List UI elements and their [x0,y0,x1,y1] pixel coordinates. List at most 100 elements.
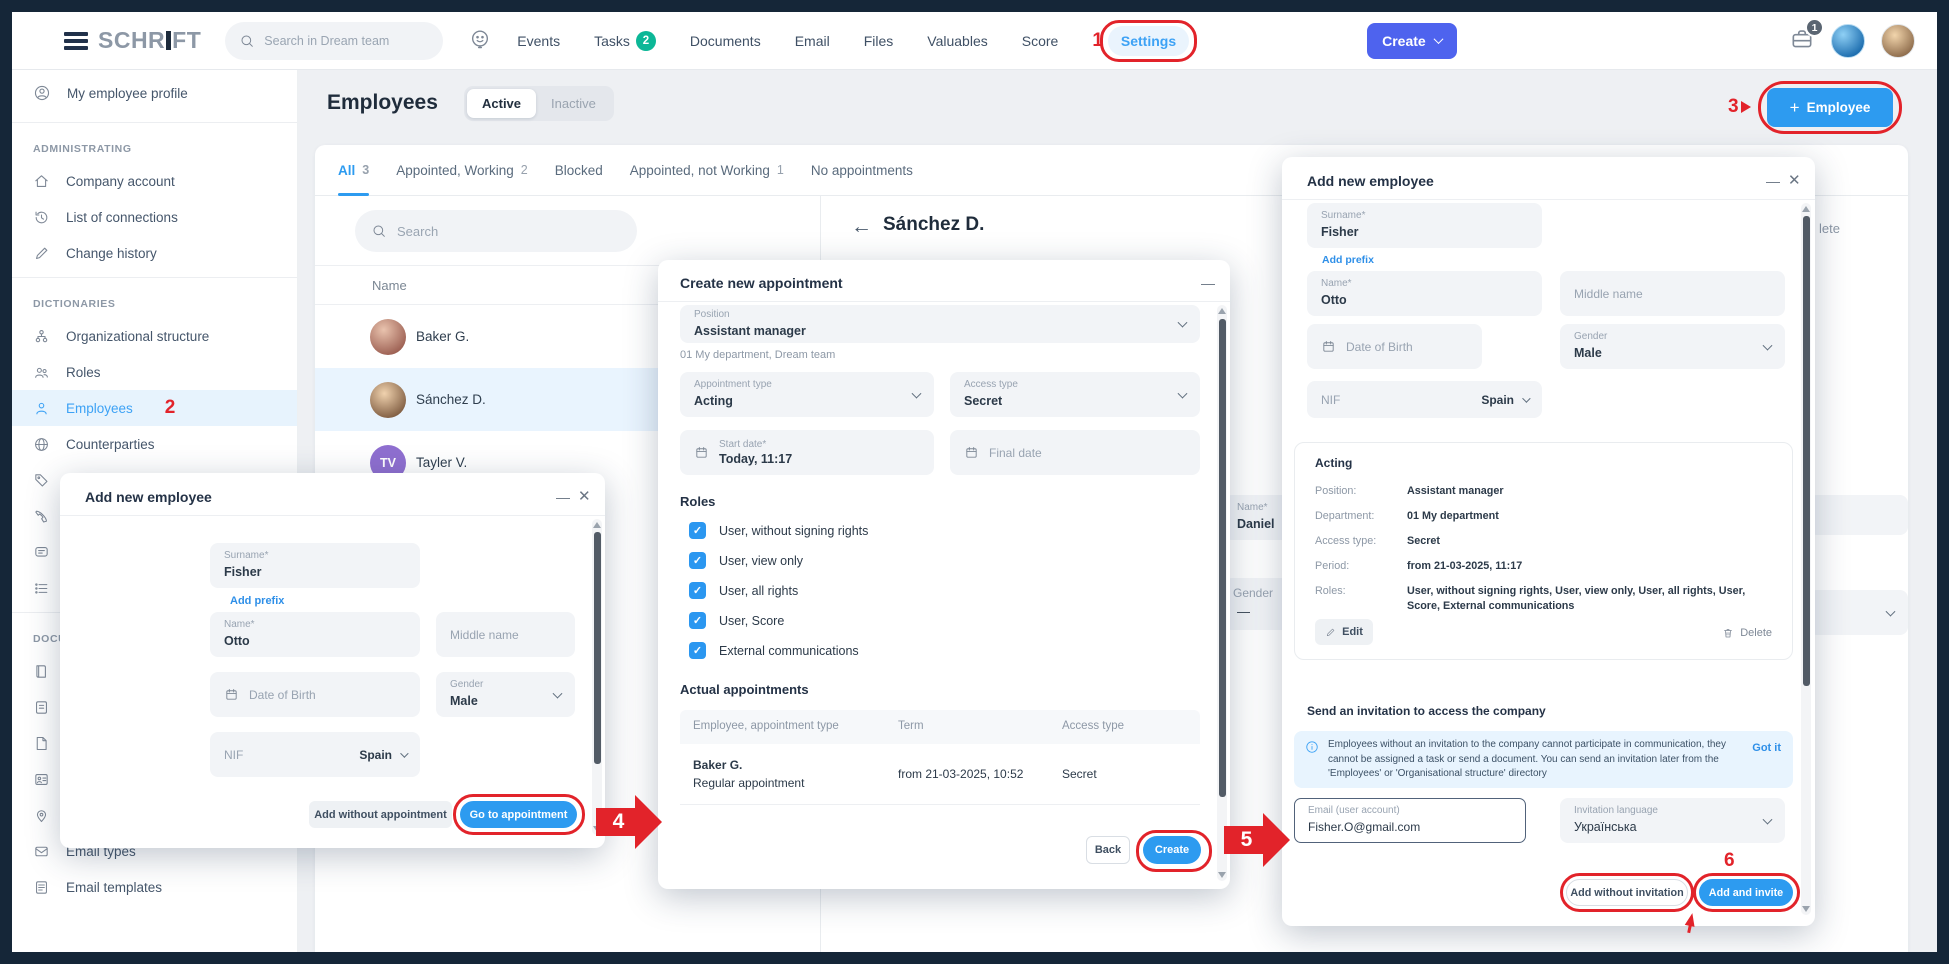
nav-score[interactable]: Score [1022,33,1059,49]
nav-events[interactable]: Events [517,33,560,49]
create-appointment-button[interactable]: Create [1143,836,1201,864]
position-field[interactable]: PositionAssistant manager [680,305,1200,343]
add-without-invitation-button[interactable]: Add without invitation [1566,879,1688,906]
nav-settings[interactable]: Settings [1108,26,1189,56]
scroll-down-icon[interactable] [1218,872,1226,878]
final-date-field[interactable]: Final date [950,430,1200,475]
add-and-invite-button[interactable]: Add and invite [1699,879,1793,906]
scrollbar-thumb[interactable] [1803,216,1810,686]
date-of-birth-field[interactable]: Date of Birth [1307,324,1482,369]
search-icon [239,33,255,49]
delete-appointment-button[interactable]: Delete [1722,627,1772,639]
add-without-appointment-button[interactable]: Add without appointment [309,801,452,828]
modal1-scrollbar[interactable] [592,519,602,835]
nav-files[interactable]: Files [864,33,894,49]
minimize-icon[interactable]: — [556,489,570,505]
scroll-down-icon[interactable] [1802,906,1810,912]
employee-search[interactable] [355,210,637,252]
nif-country-select[interactable]: Spain [359,748,406,762]
global-search[interactable] [225,22,443,60]
go-to-appointment-button[interactable]: Go to appointment [460,801,577,828]
checkbox-checked[interactable]: ✓ [689,522,706,539]
toggle-inactive[interactable]: Inactive [536,89,611,118]
user-avatar[interactable] [1881,24,1915,58]
minimize-icon[interactable]: — [1201,275,1215,291]
add-employee-button[interactable]: + Employee [1767,88,1893,127]
appointment-table-row[interactable]: Baker G. Regular appointment from 21-03-… [680,744,1200,805]
summary-row: Department: 01 My department [1315,504,1772,529]
back-button[interactable]: Back [1086,836,1130,864]
sidebar-item-change-history[interactable]: Change history [12,235,297,271]
tab-appointed-working[interactable]: Appointed, Working2 [396,145,528,195]
sidebar-item-employees[interactable]: Employees 2 [12,390,297,426]
gender-field[interactable]: GenderMale [436,672,575,717]
close-icon[interactable]: ✕ [578,487,591,505]
scroll-up-icon[interactable] [593,522,601,528]
nif-field[interactable]: NIF Spain [1307,381,1542,418]
edit-appointment-button[interactable]: Edit [1315,619,1373,645]
checkbox-checked[interactable]: ✓ [689,642,706,659]
tab-blocked[interactable]: Blocked [555,145,603,195]
tab-appointed-not-working[interactable]: Appointed, not Working1 [630,145,784,195]
logo[interactable]: SCHRFT [98,27,201,54]
sidebar-item-roles[interactable]: Roles [12,354,297,390]
phone-icon [33,508,50,525]
employee-search-input[interactable] [397,224,597,239]
appointment-type-field[interactable]: Appointment typeActing [680,372,934,417]
gender-field[interactable]: GenderMale [1560,324,1785,369]
checkbox-checked[interactable]: ✓ [689,552,706,569]
email-field[interactable]: Email (user account) Fisher.O@gmail.com [1294,798,1526,843]
sidebar-item-list-of-connections[interactable]: List of connections [12,199,297,235]
sidebar-item-my-employee-profile[interactable]: My employee profile [12,70,297,116]
modal2-scrollbar[interactable] [1217,305,1227,881]
sidebar-item-organizational-structure[interactable]: Organizational structure [12,318,297,354]
team-avatar[interactable] [1831,24,1865,58]
sidebar-item-email-templates[interactable]: Email templates [12,869,297,905]
toggle-active[interactable]: Active [467,89,536,118]
scrollbar-thumb[interactable] [1219,319,1226,797]
surname-field[interactable]: Surname*Fisher [1307,203,1542,248]
briefcase-icon[interactable]: 1 [1789,26,1815,55]
surname-field[interactable]: Surname*Fisher [210,543,420,588]
add-prefix-link[interactable]: Add prefix [1322,254,1374,266]
nav-documents[interactable]: Documents [690,33,761,49]
create-button[interactable]: Create [1367,23,1457,59]
sidebar-item-counterparties[interactable]: Counterparties [12,426,297,462]
modal3-scrollbar[interactable] [1801,203,1811,915]
name-field[interactable]: Name*Otto [210,612,420,657]
invitation-language-field[interactable]: Invitation languageУкраїнська [1560,798,1785,843]
middle-name-field[interactable]: Middle name [1560,271,1785,316]
start-date-field[interactable]: Start date* Today, 11:17 [680,430,934,475]
name-field[interactable]: Name*Otto [1307,271,1542,316]
tab-all[interactable]: All3 [338,145,369,195]
global-search-input[interactable] [264,34,424,48]
close-icon[interactable]: ✕ [1788,171,1801,189]
middle-name-field[interactable]: Middle name [436,612,575,657]
scrollbar-thumb[interactable] [594,532,601,764]
scroll-up-icon[interactable] [1218,308,1226,314]
access-type-field[interactable]: Access typeSecret [950,372,1200,417]
got-it-link[interactable]: Got it [1752,742,1781,754]
nif-field[interactable]: NIF Spain [210,732,420,777]
sidebar-item-company-account[interactable]: Company account [12,163,297,199]
checkbox-checked[interactable]: ✓ [689,582,706,599]
minimize-icon[interactable]: — [1766,173,1780,189]
add-prefix-link[interactable]: Add prefix [230,595,284,607]
person-card-icon [33,771,50,788]
chevron-down-icon [1433,34,1443,44]
support-icon[interactable] [469,28,491,53]
logo-i-bar [166,31,171,50]
nif-country-select[interactable]: Spain [1481,393,1528,407]
checkbox-checked[interactable]: ✓ [689,612,706,629]
tag-icon [33,472,50,489]
nav-valuables[interactable]: Valuables [927,33,987,49]
nav-tasks[interactable]: Tasks2 [594,31,656,51]
nav-email[interactable]: Email [795,33,830,49]
date-of-birth-field[interactable]: Date of Birth [210,672,420,717]
delete-button-fragment[interactable]: lete [1819,221,1840,236]
tab-no-appointments[interactable]: No appointments [811,145,913,195]
back-arrow-icon[interactable]: ← [851,215,872,239]
invitation-section-title: Send an invitation to access the company [1307,704,1546,718]
hamburger-menu-icon[interactable] [64,32,88,50]
scroll-up-icon[interactable] [1802,206,1810,212]
